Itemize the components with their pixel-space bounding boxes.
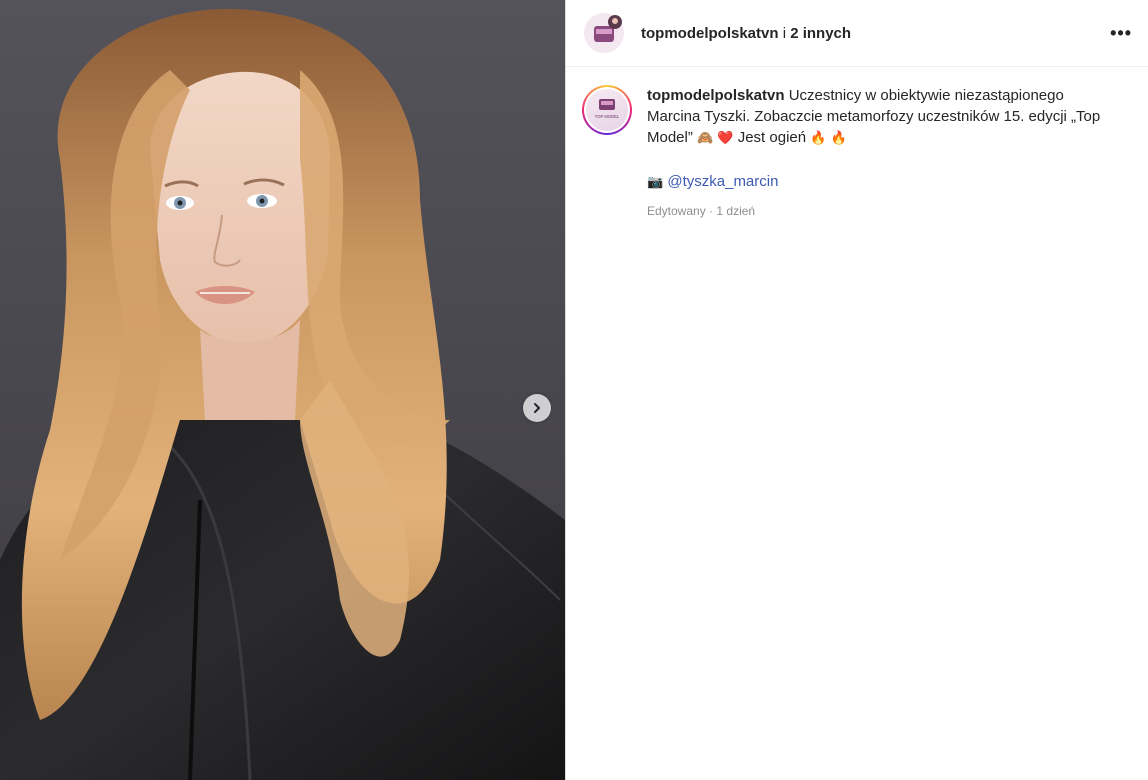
edited-label: Edytowany	[647, 204, 706, 218]
post-meta: Edytowany · 1 dzień	[647, 201, 1107, 222]
chevron-right-icon	[534, 403, 540, 413]
post-header: topmodelpolskatvn i 2 innych •••	[566, 0, 1148, 67]
caption-username[interactable]: topmodelpolskatvn	[647, 87, 785, 104]
caption-text-2: Jest ogień	[737, 129, 807, 146]
photographer-mention-link[interactable]: @tyszka_marcin	[667, 173, 778, 190]
header-username[interactable]: topmodelpolskatvn	[641, 25, 779, 42]
post-image[interactable]	[0, 0, 565, 780]
model-photo	[0, 8, 565, 780]
post-sidebar: topmodelpolskatvn i 2 innych ••• TOP MOD…	[565, 0, 1148, 780]
avatar-icon	[584, 13, 624, 53]
logo-text: TOP MODEL	[595, 114, 620, 119]
header-collaborators[interactable]: 2 innych	[790, 25, 851, 42]
caption-emojis-1: 🙈 ❤️	[697, 131, 734, 146]
meta-separator: ·	[709, 204, 714, 218]
header-conjunction: i	[782, 24, 787, 42]
next-image-button[interactable]	[523, 394, 551, 422]
top-model-logo-icon: TOP MODEL	[595, 99, 620, 119]
post-time[interactable]: 1 dzień	[716, 204, 755, 218]
caption-avatar[interactable]: TOP MODEL	[582, 85, 632, 135]
caption-emojis-2: 🔥 🔥	[810, 131, 847, 146]
ellipsis-icon[interactable]: •••	[1110, 23, 1132, 44]
camera-icon: 📷	[647, 175, 664, 190]
author-avatar[interactable]	[584, 13, 624, 53]
post-caption: TOP MODEL topmodelpolskatvn Uczestnicy w…	[566, 67, 1148, 222]
